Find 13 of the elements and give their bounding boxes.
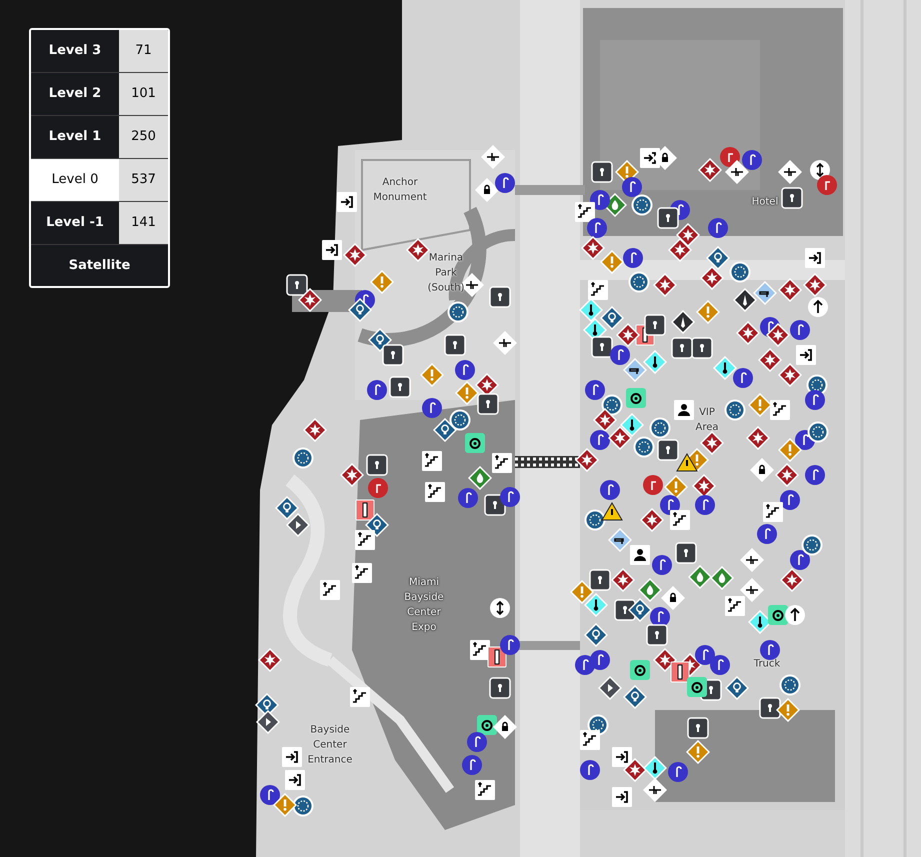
place-label: Miami Bayside Center Expo	[404, 576, 444, 635]
point-count: 537	[119, 159, 168, 201]
point-count: 71	[119, 30, 168, 72]
place-label: VIP Area	[696, 406, 718, 435]
place-label: Hotel	[752, 196, 778, 210]
point-count: 141	[119, 202, 168, 244]
place-label: Anchor Monument	[373, 176, 427, 205]
place-label: Marina Park (South)	[428, 252, 464, 296]
point-count: 250	[119, 116, 168, 158]
point-count: 101	[119, 73, 168, 115]
place-label: Bayside Center Entrance	[308, 724, 352, 768]
place-label: Truck	[754, 658, 780, 672]
level-button[interactable]: Level 0	[31, 159, 119, 201]
